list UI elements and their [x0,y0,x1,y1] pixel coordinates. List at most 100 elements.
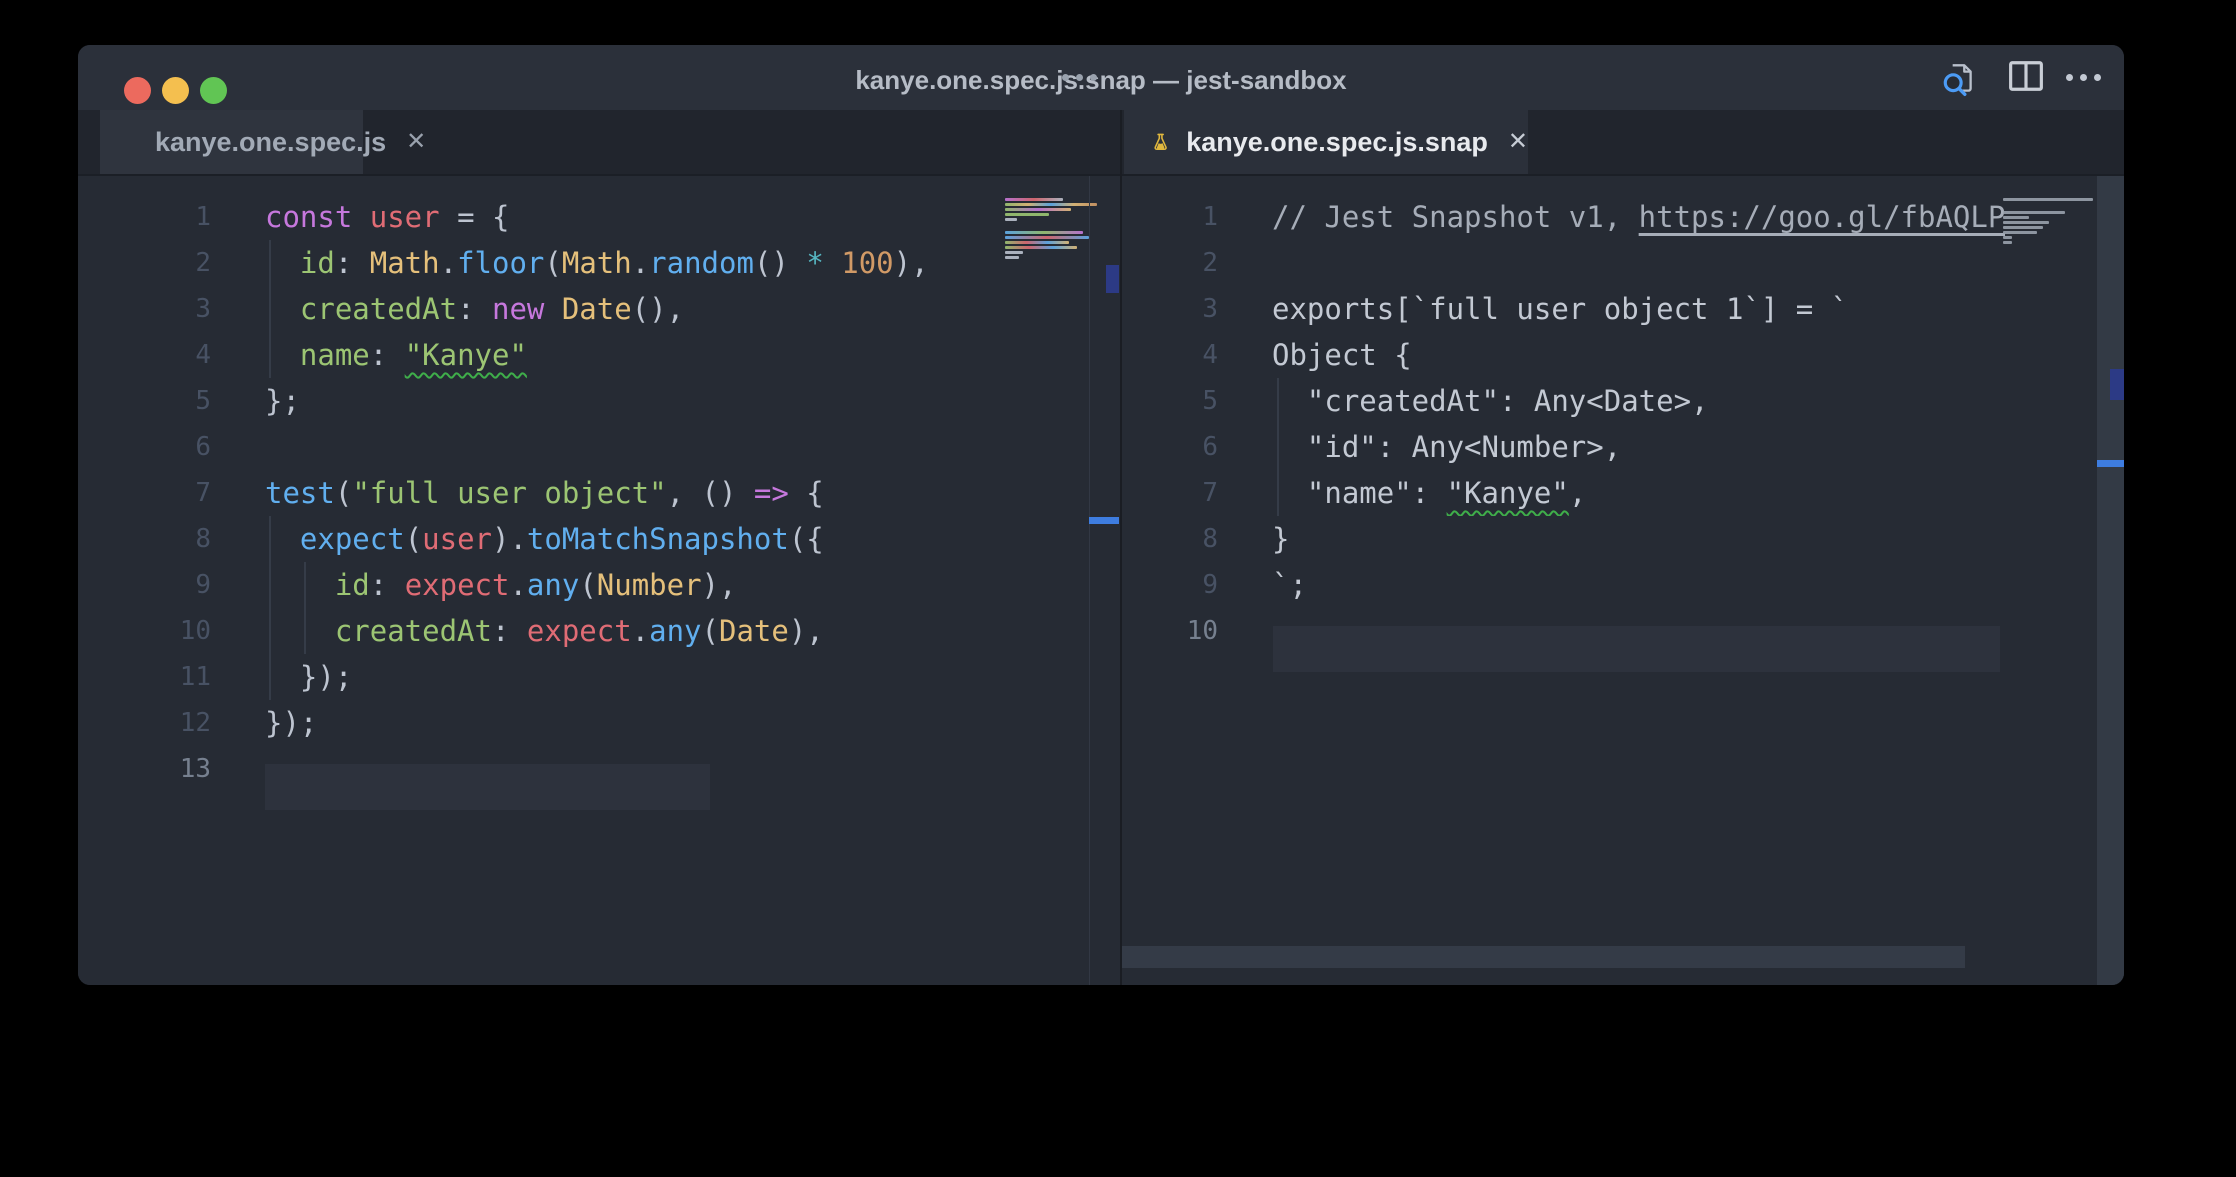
code-text: test("full user object", () => { [211,470,824,516]
minimap-row [1005,251,1023,254]
code-line: 1const user = { [78,194,1120,240]
code-line: 7test("full user object", () => { [78,470,1120,516]
code-line: 12}); [78,700,1120,746]
code-line: 2 [1122,240,2124,286]
line-number: 9 [78,562,211,608]
code-line: 10 [1122,608,2124,654]
code-text: // Jest Snapshot v1, https://goo.gl/fbAQ… [1218,194,2005,240]
minimap-row [1005,208,1071,211]
line-number: 13 [78,746,211,792]
code-text: name: "Kanye" [211,332,527,378]
tab-label: kanye.one.spec.js [155,127,386,158]
code-text [1218,240,1272,286]
minimap-row [1005,218,1017,221]
code-text: "createdAt": Any<Date>, [1218,378,1709,424]
horizontal-scrollbar[interactable] [1122,946,1965,968]
code-text [1218,608,1272,654]
line-number: 5 [78,378,211,424]
code-text: }; [211,378,300,424]
line-number: 10 [78,608,211,654]
code-line: 7 "name": "Kanye", [1122,470,2124,516]
minimap-row [2003,226,2043,229]
tab-label: kanye.one.spec.js.snap [1186,127,1488,158]
code-line: 8} [1122,516,2124,562]
split-editor-icon[interactable] [2008,60,2044,92]
code-line: 3 createdAt: new Date(), [78,286,1120,332]
tab-kanye-spec[interactable]: kanye.one.spec.js ✕ [100,110,363,174]
minimap-row [1005,256,1019,259]
code-text: expect(user).toMatchSnapshot({ [211,516,824,562]
left-editor[interactable]: 1const user = {2 id: Math.floor(Math.ran… [78,176,1120,985]
code-line: 9`; [1122,562,2124,608]
minimap-row [2003,216,2029,219]
line-number: 7 [78,470,211,516]
minimap-row [1005,246,1077,249]
code-text [211,424,265,470]
line-number: 6 [1122,424,1218,470]
ruler-decoration-cursor [2097,460,2124,467]
code-line: 6 "id": Any<Number>, [1122,424,2124,470]
code-text: Object { [1218,332,1412,378]
line-number: 2 [1122,240,1218,286]
line-number: 7 [1122,470,1218,516]
code-line: 10 createdAt: expect.any(Date), [78,608,1120,654]
code-text: `; [1218,562,1307,608]
code-line: 11 }); [78,654,1120,700]
line-number: 1 [1122,194,1218,240]
right-scrollbar[interactable] [2097,176,2124,985]
line-number: 2 [78,240,211,286]
code-text: } [1218,516,1289,562]
minimap-row [2003,211,2065,214]
line-number: 10 [1122,608,1218,654]
jest-flask-icon [1152,128,1169,156]
minimap-row [1005,203,1097,206]
ruler-decoration-cursor [1089,517,1119,524]
line-number: 6 [78,424,211,470]
right-more-actions-button[interactable] [2066,63,2101,91]
minimap-row [2003,221,2049,224]
code-text: "id": Any<Number>, [1218,424,1621,470]
left-code-lines: 1const user = {2 id: Math.floor(Math.ran… [78,194,1120,792]
code-line: 1// Jest Snapshot v1, https://goo.gl/fbA… [1122,194,2124,240]
right-code-lines: 1// Jest Snapshot v1, https://goo.gl/fbA… [1122,194,2124,654]
minimap-row [2003,198,2093,201]
line-number: 5 [1122,378,1218,424]
minimap-row [1005,241,1069,244]
minimap-row [1005,198,1063,201]
tab-close-icon[interactable]: ✕ [1508,130,1528,154]
code-line: 5}; [78,378,1120,424]
ruler-decoration-modified [2110,369,2124,400]
code-line: 9 id: expect.any(Number), [78,562,1120,608]
code-text: "name": "Kanye", [1218,470,1586,516]
code-line: 4 name: "Kanye" [78,332,1120,378]
minimap-row [2003,241,2012,244]
line-number: 9 [1122,562,1218,608]
minimap-row [2003,236,2012,239]
window-title: kanye.one.spec.js.snap — jest-sandbox [78,45,2124,110]
left-overview-ruler [1089,176,1090,985]
left-minimap[interactable] [1005,198,1100,261]
minimap-row [1005,223,1100,231]
minimap-row [1005,213,1049,216]
tab-kanye-snap[interactable]: kanye.one.spec.js.snap ✕ [1124,110,1528,174]
right-editor[interactable]: 1// Jest Snapshot v1, https://goo.gl/fbA… [1122,176,2124,985]
code-line: 3exports[`full user object 1`] = ` [1122,286,2124,332]
right-minimap[interactable] [2003,198,2098,246]
line-number: 12 [78,700,211,746]
code-text: id: Math.floor(Math.random() * 100), [211,240,929,286]
editor-window: kanye.one.spec.js.snap — jest-sandbox ka… [78,45,2124,985]
left-tabbar: kanye.one.spec.js ✕ [78,110,1120,174]
right-tabbar: kanye.one.spec.js.snap ✕ [1122,110,2124,174]
code-line: 4Object { [1122,332,2124,378]
line-number: 8 [78,516,211,562]
search-file-icon[interactable] [1940,60,1978,98]
tab-close-icon[interactable]: ✕ [406,130,426,154]
left-more-actions-button[interactable] [1062,63,1097,91]
minimap-row [2003,231,2037,234]
code-line: 6 [78,424,1120,470]
titlebar: kanye.one.spec.js.snap — jest-sandbox [78,45,2124,110]
line-number: 1 [78,194,211,240]
ruler-decoration-modified [1106,265,1119,293]
code-text: const user = { [211,194,509,240]
code-text [211,746,265,792]
